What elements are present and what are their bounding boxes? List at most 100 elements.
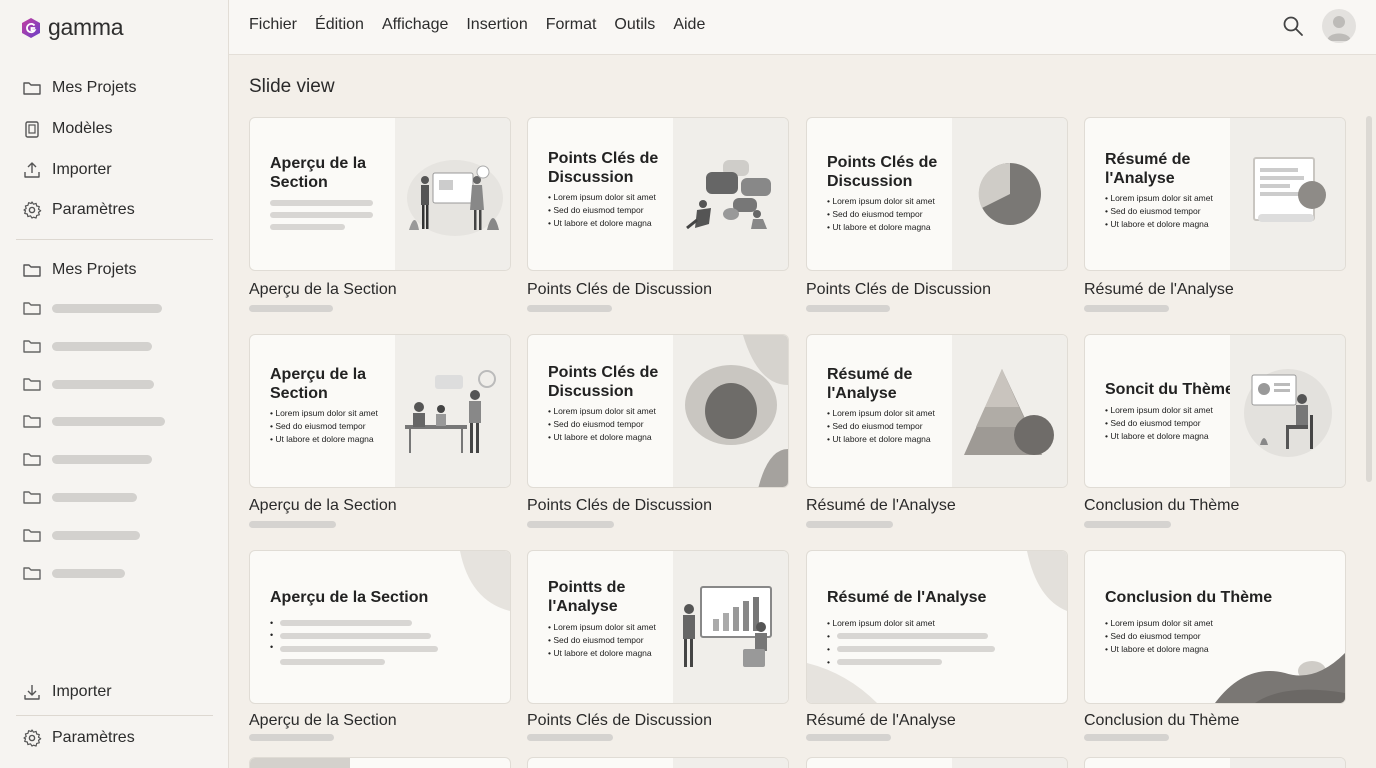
scrollbar[interactable] [1366,116,1372,482]
slide-caption: Résumé de l'Analyse [806,497,956,514]
slide-caption: Conclusion du Thème [1084,712,1240,729]
slide-caption: Conclusion du Thème [1084,497,1240,514]
slide-thumbnail[interactable]: Conclusion du Thème Lorem ipsum dolor si… [1084,550,1346,704]
sidebar-item-importer[interactable]: Importer [22,157,112,183]
slide-bullets: Lorem ipsum dolor sit amet Sed do eiusmo… [1105,617,1213,656]
slide-thumbnail[interactable] [1084,757,1346,768]
slide-bullets: Lorem ipsum dolor sit amet Sed do eiusmo… [270,407,378,446]
folder-list-item[interactable] [22,563,125,583]
slide-heading: Points Clés de Discussion [827,154,938,190]
document-illustration [1230,118,1345,270]
slide-thumbnail[interactable] [249,757,511,768]
main-menu: Fichier Édition Affichage Insertion Form… [249,16,705,34]
slide-caption: Points Clés de Discussion [527,497,712,514]
slide-caption: Points Clés de Discussion [527,281,712,298]
slide-bullets [270,617,273,653]
folder-icon [23,302,41,315]
folder-list-item[interactable] [22,525,140,545]
slide-bullets: Lorem ipsum dolor sit amet Sed do eiusmo… [827,407,935,446]
sidebar-item-label: Mes Projets [52,79,137,96]
menu-insertion[interactable]: Insertion [466,16,527,34]
slide-thumbnail[interactable]: Points Clés de Discussion Lorem ipsum do… [527,334,789,488]
sidebar-divider [16,239,213,240]
folder-list-item[interactable] [22,487,137,507]
menu-edition[interactable]: Édition [315,16,364,34]
sidebar-item-label: Importer [52,161,112,178]
slide-bullets: Lorem ipsum dolor sit amet Sed do eiusmo… [1105,192,1213,231]
menu-fichier[interactable]: Fichier [249,16,297,34]
folder-name-placeholder [52,379,154,389]
template-icon [25,121,39,138]
menu-aide[interactable]: Aide [673,16,705,34]
slide-thumbnail[interactable]: Aperçu de la Section Lorem ipsum dolor s… [249,334,511,488]
pie-chart-illustration [952,118,1067,270]
menu-bar: Fichier Édition Affichage Insertion Form… [229,0,1376,55]
gamma-logo-icon [22,17,40,38]
slide-thumbnail[interactable] [806,757,1068,768]
sidebar-item-importer-bottom[interactable]: Importer [22,679,112,705]
slide-thumbnail[interactable]: Aperçu de la Section [249,550,511,704]
slide-thumbnail[interactable]: Résumé de l'Analyse Lorem ipsum dolor si… [1084,117,1346,271]
slide-heading: Résumé de l'Analyse [827,589,987,606]
caption-meta-placeholder [1084,734,1169,741]
app-name: gamma [48,14,124,40]
slide-thumbnail[interactable]: Pointts de l'Analyse Lorem ipsum dolor s… [527,550,789,704]
slide-caption: Points Clés de Discussion [527,712,712,729]
gamma-logo[interactable]: gamma [20,14,124,41]
slide-thumbnail[interactable]: Points Clés de Discussion Lorem ipsum do… [806,117,1068,271]
slide-thumbnail[interactable]: Soncit du Thème Lorem ipsum dolor sit am… [1084,334,1346,488]
menu-outils[interactable]: Outils [614,16,655,34]
folder-name-placeholder [52,454,152,464]
slide-bullets: Lorem ipsum dolor sit amet Sed do eiusmo… [548,191,656,230]
sidebar-item-label: Mes Projets [52,261,137,278]
slide-heading: Points Clés de Discussion [548,364,659,400]
sidebar-item-parametres-bottom[interactable]: Paramètres [22,725,135,751]
folder-name-placeholder [52,492,137,502]
slide-thumbnail[interactable]: Aperçu de la Section [249,117,511,271]
sidebar-item-mes-projets[interactable]: Mes Projets [22,75,136,101]
folder-name-placeholder [52,303,162,313]
folder-list-item[interactable] [22,411,165,431]
sidebar-item-label: Paramètres [52,729,135,746]
slide-thumbnail[interactable]: Résumé de l'Analyse Lorem ipsum dolor si… [806,334,1068,488]
slide-caption: Résumé de l'Analyse [806,712,956,729]
caption-meta-placeholder [249,734,334,741]
menu-format[interactable]: Format [546,16,597,34]
slide-heading: Aperçu de la Section [270,155,367,191]
slide-caption: Points Clés de Discussion [806,281,991,298]
folder-icon [23,415,41,428]
slide-caption: Aperçu de la Section [249,497,397,514]
slide-thumbnail[interactable]: Points Clés de Discussion Lorem ipsum do… [527,117,789,271]
folder-name-placeholder [52,530,140,540]
caption-meta-placeholder [527,521,614,528]
sidebar-item-modeles[interactable]: Modèles [22,116,112,142]
folder-list-item[interactable] [22,336,152,356]
slide-heading: Aperçu de la Section [270,366,367,402]
folder-icon [23,491,41,504]
avatar[interactable] [1322,9,1356,43]
slide-thumbnail[interactable] [527,757,789,768]
search-icon[interactable] [1282,15,1304,37]
slide-thumbnail[interactable]: Résumé de l'Analyse Lorem ipsum dolor si… [806,550,1068,704]
slide-heading: Conclusion du Thème [1105,589,1273,606]
caption-meta-placeholder [527,305,612,312]
wave-shape-decoration [1215,653,1345,703]
folder-list-item[interactable] [22,298,162,318]
gear-icon [23,201,42,219]
sidebar-divider [16,715,213,716]
desk-worker-illustration [1230,335,1345,487]
slide-bullets: Lorem ipsum dolor sit amet Sed do eiusmo… [548,405,656,444]
sidebar-item-label: Paramètres [52,201,135,218]
folder-icon [23,567,41,580]
page-title: Slide view [249,76,335,97]
sidebar-folders-header[interactable]: Mes Projets [22,257,136,283]
folder-list-item[interactable] [22,449,152,469]
caption-meta-placeholder [806,734,891,741]
gear-icon [23,729,42,747]
folder-list-item[interactable] [22,374,154,394]
caption-meta-placeholder [527,734,613,741]
menu-affichage[interactable]: Affichage [382,16,448,34]
sidebar-item-label: Importer [52,683,112,700]
sidebar-item-parametres[interactable]: Paramètres [22,197,135,223]
slide-heading: Aperçu de la Section [270,589,429,606]
